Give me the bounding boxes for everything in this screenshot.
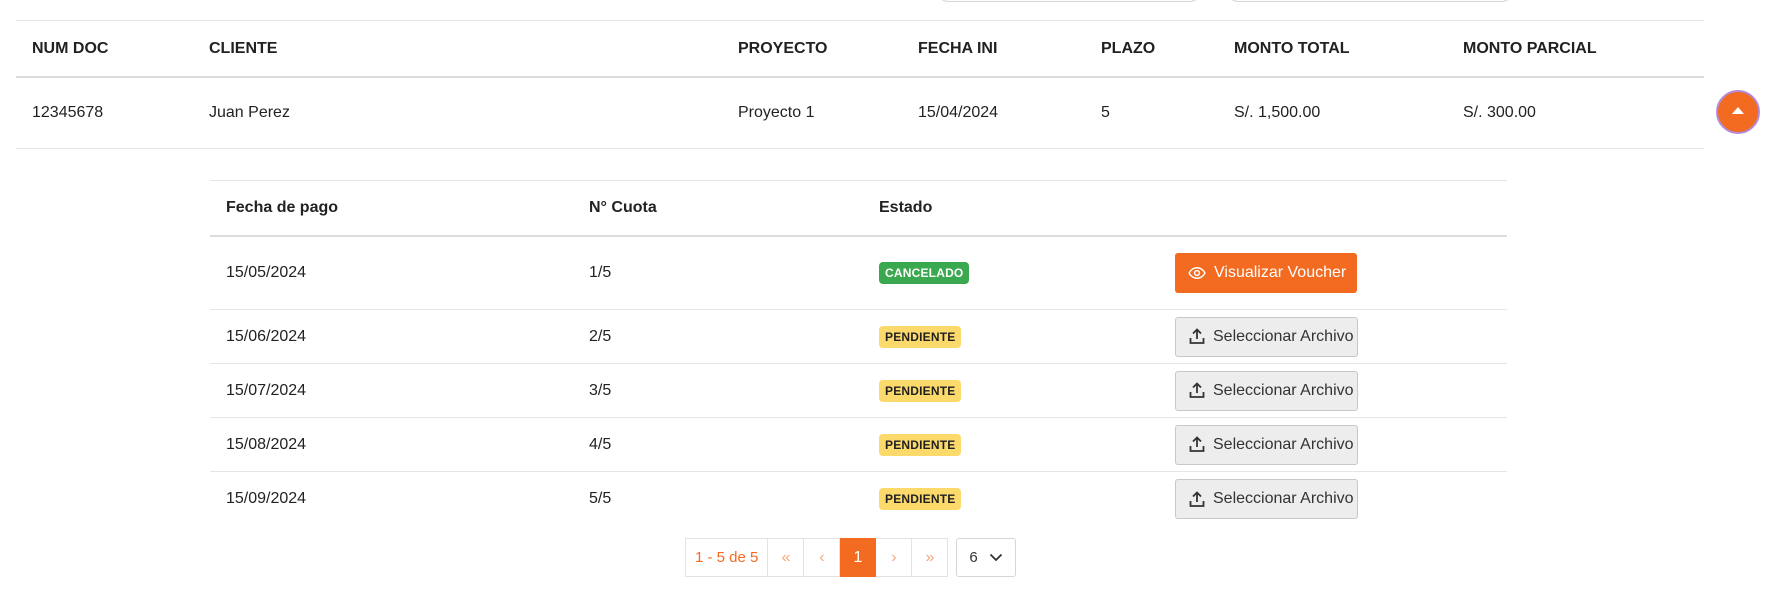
select-file-label: Seleccionar Archivo [1213, 435, 1354, 453]
last-page-button[interactable]: » [912, 538, 949, 577]
installment-row: 15/06/2024 2/5 PENDIENTE Seleccionar Arc… [210, 310, 1507, 364]
select-file-label: Seleccionar Archivo [1213, 490, 1354, 507]
select-file-label: Seleccionar Archivo [1213, 381, 1354, 399]
upload-icon [1189, 436, 1205, 452]
cell-cuota: 3/5 [589, 381, 612, 399]
col-fecha-ini: FECHA INI [918, 39, 998, 57]
eye-icon [1188, 266, 1206, 280]
status-cell: CANCELADO [879, 262, 970, 284]
status-badge: PENDIENTE [879, 488, 962, 510]
cell-fecha-pago: 15/05/2024 [226, 264, 307, 281]
status-cell: PENDIENTE [879, 379, 962, 402]
cell-fecha-ini: 15/04/2024 [918, 104, 999, 121]
cell-num-doc: 12345678 [32, 104, 104, 121]
select-file-button[interactable]: Seleccionar Archivo [1175, 316, 1358, 357]
status-badge: PENDIENTE [879, 433, 962, 456]
status-badge: PENDIENTE [879, 379, 962, 402]
cell-cuota: 1/5 [589, 264, 612, 281]
installment-row: 15/08/2024 4/5 PENDIENTE Seleccionar Arc… [210, 418, 1507, 472]
status-cell: PENDIENTE [879, 488, 962, 510]
upload-icon [1189, 328, 1205, 344]
cell-fecha-pago: 15/07/2024 [226, 381, 307, 399]
upload-icon [1189, 382, 1205, 398]
cell-proyecto: Proyecto 1 [738, 104, 815, 121]
filter-control[interactable] [1225, 0, 1515, 2]
installments-table: Fecha de pago N° Cuota Estado 15/05/2024… [210, 180, 1507, 526]
next-page-button[interactable]: › [876, 538, 913, 577]
status-cell: PENDIENTE [879, 433, 962, 456]
installment-row: 15/05/2024 1/5 CANCELADO Visualizar Vouc… [210, 237, 1507, 310]
cell-cuota: 4/5 [589, 435, 612, 453]
page-size-select[interactable]: 6 [956, 538, 1017, 577]
filter-control[interactable] [935, 0, 1203, 2]
cell-plazo: 5 [1101, 104, 1110, 121]
col-plazo: PLAZO [1101, 39, 1156, 57]
cell-cuota: 5/5 [589, 490, 612, 507]
col-fecha-pago: Fecha de pago [226, 199, 339, 216]
cell-monto-parcial: S/. 300.00 [1463, 104, 1536, 121]
col-estado: Estado [879, 199, 933, 216]
cell-monto-total: S/. 1,500.00 [1234, 104, 1321, 121]
select-file-button[interactable]: Seleccionar Archivo [1175, 424, 1358, 465]
collapse-row-button[interactable] [1716, 90, 1760, 134]
caret-up-icon [1732, 107, 1744, 114]
prev-page-button[interactable]: ‹ [804, 538, 841, 577]
installment-row: 15/07/2024 3/5 PENDIENTE Seleccionar Arc… [210, 364, 1507, 418]
first-page-button[interactable]: « [768, 538, 805, 577]
cell-fecha-pago: 15/09/2024 [226, 490, 307, 507]
status-badge: CANCELADO [879, 262, 970, 284]
status-badge: PENDIENTE [879, 325, 962, 348]
col-num-doc: NUM DOC [32, 39, 109, 57]
pagination: 1 - 5 de 5 « ‹ 1 › » 6 [685, 538, 1017, 577]
select-file-button[interactable]: Seleccionar Archivo [1175, 479, 1358, 519]
payments-table: NUM DOC CLIENTE PROYECTO FECHA INI PLAZO… [16, 20, 1704, 149]
col-proyecto: PROYECTO [738, 39, 828, 57]
cell-cuota: 2/5 [589, 327, 612, 345]
cell-fecha-pago: 15/08/2024 [226, 435, 307, 453]
pagination-info: 1 - 5 de 5 [685, 538, 769, 577]
col-monto-total: MONTO TOTAL [1234, 39, 1350, 57]
view-voucher-label: Visualizar Voucher [1214, 264, 1347, 281]
col-cuota: N° Cuota [589, 199, 657, 216]
chevron-down-icon [990, 553, 1003, 562]
page-button-current[interactable]: 1 [840, 538, 877, 577]
installment-row: 15/09/2024 5/5 PENDIENTE Seleccionar Arc… [210, 472, 1507, 526]
col-cliente: CLIENTE [209, 39, 278, 57]
view-voucher-button[interactable]: Visualizar Voucher [1175, 253, 1357, 293]
col-monto-parcial: MONTO PARCIAL [1463, 39, 1597, 57]
cell-fecha-pago: 15/06/2024 [226, 327, 307, 345]
cell-cliente: Juan Perez [209, 104, 290, 121]
page-size-value: 6 [969, 549, 978, 566]
installments-table-header: Fecha de pago N° Cuota Estado [210, 180, 1507, 237]
select-file-button[interactable]: Seleccionar Archivo [1175, 370, 1358, 411]
upload-icon [1189, 490, 1205, 507]
table-row: 12345678 Juan Perez Proyecto 1 15/04/202… [16, 78, 1704, 149]
select-file-label: Seleccionar Archivo [1213, 327, 1354, 345]
status-cell: PENDIENTE [879, 325, 962, 348]
top-filter-controls [0, 0, 1784, 8]
payments-table-header: NUM DOC CLIENTE PROYECTO FECHA INI PLAZO… [16, 20, 1704, 78]
